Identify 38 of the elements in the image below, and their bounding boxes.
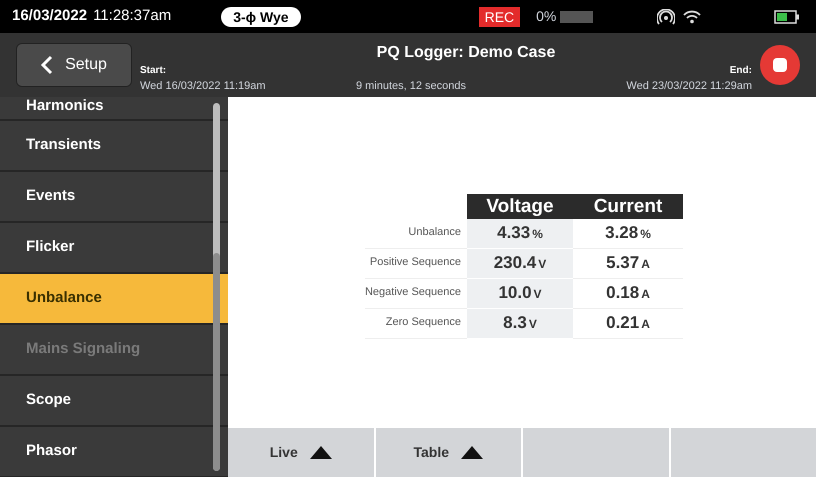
signal-icon	[657, 8, 676, 24]
column-header: Voltage	[467, 194, 573, 219]
triangle-up-icon	[461, 446, 484, 459]
sidebar-item[interactable]: Unbalance	[0, 274, 228, 325]
table-cell: 3.28%	[573, 219, 683, 249]
wiring-badge: 3-ϕ Wye	[221, 6, 301, 26]
duration-text: 9 minutes, 12 seconds	[356, 79, 466, 94]
table-cell: 10.0 V	[467, 279, 573, 309]
storage-percent: 0%	[536, 7, 556, 26]
end-time: Wed 23/03/2022 11:29am	[626, 79, 752, 94]
storage-bar	[560, 10, 594, 22]
scrollbar[interactable]	[213, 103, 220, 471]
battery-icon	[774, 10, 800, 24]
end-label: End:	[730, 64, 752, 78]
table-cell: 0.18 A	[573, 279, 683, 309]
start-label: Start:	[140, 64, 168, 78]
table-cell: 5.37 A	[573, 249, 683, 279]
rec-badge: REC	[478, 6, 520, 26]
session-title: PQ Logger: Demo Case	[376, 43, 556, 63]
table-cell: 0.21 A	[573, 309, 683, 339]
start-time: Wed 16/03/2022 11:19am	[140, 79, 266, 94]
blank-button[interactable]	[523, 428, 668, 477]
chevron-left-icon	[41, 55, 54, 75]
table-cell: 230.4V	[467, 249, 573, 279]
wifi-icon	[683, 10, 702, 24]
stop-icon	[773, 58, 787, 72]
table-cell: 8.3 V	[467, 309, 573, 339]
back-button[interactable]: Setup	[16, 43, 132, 87]
bottom-button[interactable]: Table	[376, 428, 521, 477]
bottom-button[interactable]: Live	[228, 428, 374, 477]
table-cell: 4.33%	[467, 219, 573, 249]
triangle-up-icon	[310, 446, 332, 459]
stop-button[interactable]	[760, 45, 800, 85]
column-header: Current	[573, 194, 683, 219]
sidebar-item[interactable]: Harmonics	[0, 97, 228, 121]
status-date: 16/03/2022	[12, 6, 88, 26]
blank-button[interactable]	[670, 428, 816, 477]
status-time: 11:28:37am	[93, 6, 172, 26]
